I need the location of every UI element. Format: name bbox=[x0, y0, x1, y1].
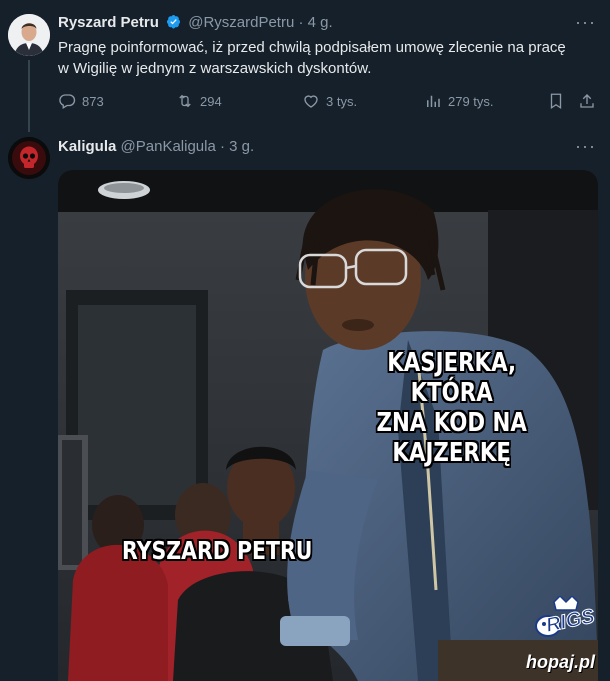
meme-caption-top-line2: ZNA KOD NA KAJZERKĘ bbox=[376, 408, 527, 468]
reply-icon bbox=[59, 94, 76, 109]
views-icon bbox=[427, 95, 440, 107]
avatar-ryszard-petru[interactable] bbox=[8, 14, 50, 56]
meme-image[interactable]: KASJERKA, KTÓRA ZNA KOD NA KAJZERKĘ RYSZ… bbox=[58, 170, 598, 681]
share-icon bbox=[580, 94, 594, 108]
author-name[interactable]: Ryszard Petru bbox=[58, 14, 159, 31]
bookmark-button[interactable] bbox=[547, 92, 565, 110]
avatar-kaligula[interactable] bbox=[8, 137, 50, 179]
tweet-time[interactable]: · 4 g. bbox=[298, 14, 332, 31]
tweet-header: Ryszard Petru @RyszardPetru · 4 g. bbox=[58, 14, 333, 31]
author-name[interactable]: Kaligula bbox=[58, 138, 116, 155]
more-icon[interactable]: ··· bbox=[575, 136, 596, 157]
share-button[interactable] bbox=[578, 92, 596, 110]
tweet-actions: 873 294 3 tys. 279 tys. bbox=[58, 92, 598, 112]
author-handle[interactable]: @PanKaligula bbox=[121, 138, 216, 155]
like-count: 3 tys. bbox=[326, 93, 358, 109]
tweet-header: Kaligula @PanKaligula · 3 g. bbox=[58, 138, 254, 155]
repost-button[interactable]: 294 bbox=[176, 92, 222, 110]
meme-caption-top-line1: KASJERKA, KTÓRA bbox=[387, 348, 517, 408]
reply-button[interactable]: 873 bbox=[58, 92, 104, 110]
meme-caption-top: KASJERKA, KTÓRA ZNA KOD NA KAJZERKĘ bbox=[350, 348, 553, 468]
repost-count: 294 bbox=[200, 93, 222, 109]
site-watermark: hopaj.pl bbox=[526, 652, 595, 672]
verified-badge-icon bbox=[166, 14, 181, 29]
author-handle[interactable]: @RyszardPetru bbox=[188, 14, 294, 31]
meme-caption-bottom: RYSZARD PETRU bbox=[122, 536, 313, 565]
views-count: 279 tys. bbox=[448, 93, 494, 109]
skull-avatar-icon bbox=[8, 137, 50, 179]
like-button[interactable]: 3 tys. bbox=[302, 92, 357, 110]
watermark: RIGS hopaj.pl bbox=[526, 594, 610, 681]
avatar-portrait bbox=[8, 14, 50, 56]
thread-line bbox=[28, 60, 30, 132]
views-button[interactable]: 279 tys. bbox=[424, 92, 494, 110]
more-icon[interactable]: ··· bbox=[575, 12, 596, 33]
tweet-text: Pragnę poinformować, iż przed chwilą pod… bbox=[58, 39, 566, 77]
like-icon bbox=[304, 95, 318, 108]
repost-icon bbox=[179, 94, 191, 108]
tweet-time[interactable]: · 3 g. bbox=[220, 138, 254, 155]
bookmark-icon bbox=[550, 93, 562, 110]
reply-count: 873 bbox=[82, 93, 104, 109]
